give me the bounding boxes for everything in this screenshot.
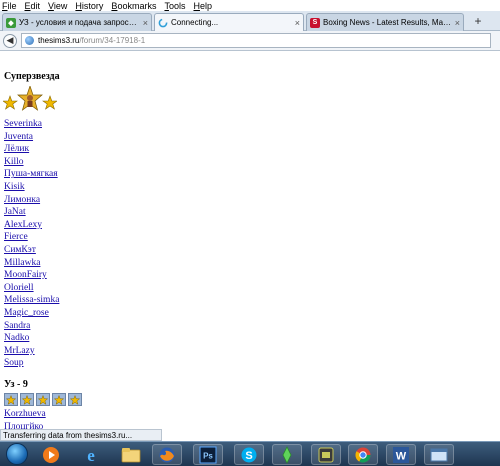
user-list-superstar: Severinka Juventa Лёлик Killo Пуша-мягка… (4, 118, 59, 370)
menu-tools[interactable]: Tools (164, 1, 185, 11)
window-icon[interactable] (424, 444, 454, 465)
uz9-stars (4, 393, 82, 406)
menu-help[interactable]: Help (193, 1, 212, 11)
svg-text:S: S (245, 450, 252, 462)
user-link[interactable]: Nadko (4, 332, 59, 345)
page-bottom (162, 429, 500, 441)
chrome-icon[interactable] (348, 444, 378, 465)
menu-bar: File Edit View History Bookmarks Tools H… (0, 0, 500, 11)
skype-icon[interactable]: S (234, 444, 264, 465)
section-title-uz9: Уз - 9 (4, 379, 28, 390)
tab-title: УЗ - условия и подача запросов - Т... (19, 18, 140, 27)
user-link[interactable]: Kisik (4, 181, 59, 194)
back-button[interactable]: ◀ (3, 33, 17, 48)
section-title-superstar: Суперзвезда (4, 71, 60, 82)
user-link[interactable]: Magic_rose (4, 307, 59, 320)
user-link[interactable]: Sandra (4, 320, 59, 333)
user-link[interactable]: Oloriell (4, 282, 59, 295)
user-link[interactable]: Плоцгйко (4, 421, 46, 429)
user-link[interactable]: Juventa (4, 131, 59, 144)
sims-icon: ◆ (6, 17, 16, 28)
address-bar[interactable]: thesims3.ru /forum/34-17918-1 (21, 33, 491, 48)
user-link[interactable]: СимКэт (4, 244, 59, 257)
star-icon (20, 393, 34, 406)
back-arrow-icon: ◀ (6, 35, 14, 45)
word-icon[interactable]: W (386, 444, 416, 465)
svg-text:Ps: Ps (203, 451, 213, 460)
user-link[interactable]: Korzhueva (4, 408, 46, 421)
menu-view[interactable]: View (48, 1, 67, 11)
close-icon[interactable]: × (455, 18, 460, 28)
svg-text:e: e (87, 446, 95, 464)
user-link[interactable]: Fierce (4, 231, 59, 244)
user-list-uz9: Korzhueva Плоцгйко (4, 408, 46, 429)
navigation-bar: ◀ thesims3.ru /forum/34-17918-1 (0, 31, 500, 51)
tab-boxing-news[interactable]: S Boxing News - Latest Results, Matche..… (306, 13, 464, 31)
user-link[interactable]: Soup (4, 357, 59, 370)
sims-icon[interactable] (272, 444, 302, 465)
star-icon (52, 393, 66, 406)
firefox-icon[interactable] (152, 444, 182, 465)
user-link[interactable]: JaNat (4, 206, 59, 219)
user-link[interactable]: Пуша-мягкая (4, 168, 59, 181)
ie-icon[interactable]: e (76, 444, 106, 465)
media-player-icon[interactable] (36, 444, 66, 465)
menu-edit[interactable]: Edit (25, 1, 41, 11)
close-icon[interactable]: × (143, 18, 148, 28)
star-icon (4, 393, 18, 406)
globe-icon (25, 36, 34, 45)
close-icon[interactable]: × (295, 18, 300, 28)
user-link[interactable]: Лёлик (4, 143, 59, 156)
photoshop-icon[interactable]: Ps (193, 444, 223, 465)
explorer-icon[interactable] (116, 444, 146, 465)
user-link[interactable]: MoonFairy (4, 269, 59, 282)
menu-history[interactable]: History (75, 1, 103, 11)
svg-text:W: W (396, 450, 407, 462)
user-link[interactable]: Severinka (4, 118, 59, 131)
user-link[interactable]: MrLazy (4, 345, 59, 358)
start-button[interactable] (6, 443, 28, 465)
url-host: thesims3.ru (38, 36, 80, 45)
status-bar: Transferring data from thesims3.ru... (0, 429, 162, 441)
tab-connecting[interactable]: Connecting... × (154, 13, 304, 31)
loading-icon (158, 18, 168, 28)
menu-file[interactable]: File (2, 1, 17, 11)
game-icon[interactable] (311, 444, 341, 465)
tab-title: Connecting... (171, 18, 219, 27)
url-path: /forum/34-17918-1 (79, 36, 146, 45)
user-link[interactable]: Millawka (4, 257, 59, 270)
s-logo-icon: S (310, 17, 320, 28)
tab-strip: ◆ УЗ - условия и подача запросов - Т... … (0, 11, 500, 31)
user-link[interactable]: AlexLexy (4, 219, 59, 232)
tab-uz-requests[interactable]: ◆ УЗ - условия и подача запросов - Т... … (2, 13, 152, 31)
superstar-badge-icon (3, 86, 57, 111)
new-tab-button[interactable]: + (471, 15, 485, 29)
menu-bookmarks[interactable]: Bookmarks (111, 1, 156, 11)
star-icon (68, 393, 82, 406)
user-link[interactable]: Лимонка (4, 194, 59, 207)
tab-title: Boxing News - Latest Results, Matche... (323, 18, 452, 27)
user-link[interactable]: Melissa-simka (4, 294, 59, 307)
page-content: Суперзвезда Severinka Juventa Лёлик Kill… (0, 52, 500, 429)
user-link[interactable]: Killo (4, 156, 59, 169)
star-icon (36, 393, 50, 406)
taskbar: e Ps S W (0, 441, 500, 466)
